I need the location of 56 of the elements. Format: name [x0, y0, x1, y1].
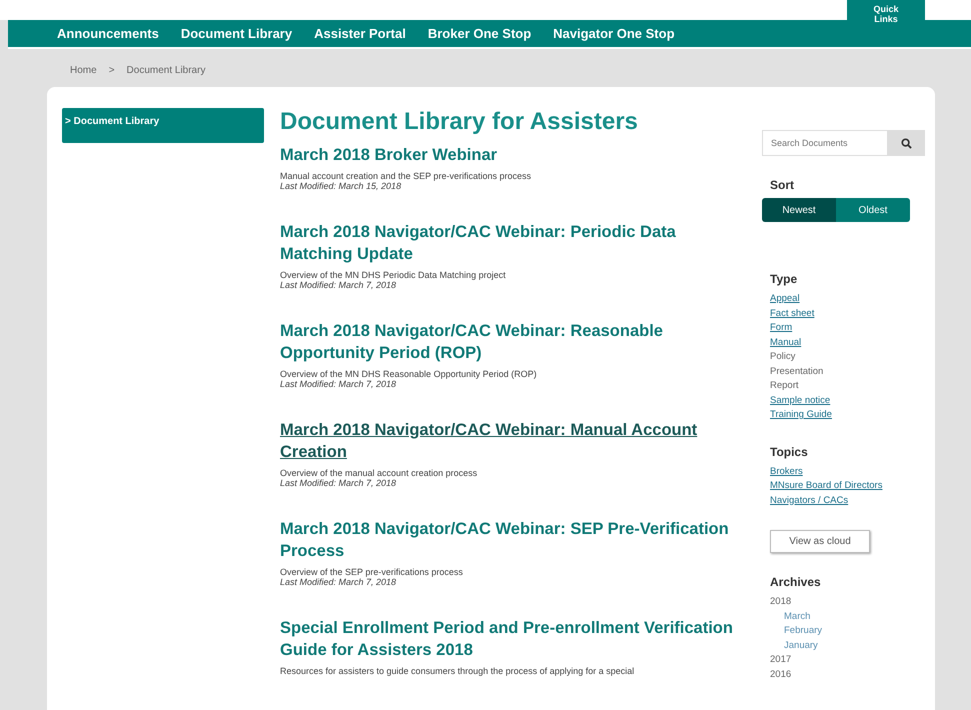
document-description: Resources for assisters to guide consumers through the process of applying for a special	[280, 666, 636, 676]
document-description: Overview of the manual account creation process	[280, 468, 478, 478]
nav-link[interactable]: Document Library	[180, 26, 292, 41]
document-description: Overview of the SEP pre-verifications process	[280, 567, 464, 577]
breadcrumb-link[interactable]: Document Library	[126, 65, 206, 87]
type-label: Report	[770, 379, 800, 393]
topic-link[interactable]: Navigators / CACs	[770, 494, 925, 508]
sort-heading: Sort	[770, 178, 795, 192]
last-modified: Last Modified: March 7, 2018	[280, 379, 398, 389]
last-modified: Last Modified: March 7, 2018	[280, 577, 398, 587]
document-link[interactable]: March 2018 Broker Webinar	[280, 144, 740, 166]
type-link[interactable]: Form	[770, 321, 925, 336]
last-modified: Last Modified: March 7, 2018	[280, 478, 398, 488]
topic-link[interactable]: MNsure Board of Directors	[770, 479, 925, 494]
topics-heading: Topics	[770, 444, 809, 458]
archive-year[interactable]: 2018	[770, 595, 925, 610]
type-label: Presentation	[770, 364, 824, 378]
nav-link[interactable]: Navigator One Stop	[553, 26, 675, 41]
nav-link[interactable]: Announcements	[57, 26, 159, 41]
document-description: Overview of the MN DHS Periodic Data Matching project	[280, 270, 507, 280]
breadcrumb-separator: >	[108, 65, 115, 78]
type-label: Policy	[770, 350, 796, 364]
archive-month[interactable]: February	[770, 624, 925, 638]
type-link[interactable]: Sample notice	[770, 394, 925, 408]
archive-year[interactable]: 2017	[770, 653, 925, 668]
sort-button[interactable]: Newest	[762, 198, 836, 222]
page-title: Document Library for Assisters	[280, 108, 639, 136]
last-modified: Last Modified: March 15, 2018	[280, 181, 402, 191]
archive-month[interactable]: March	[770, 610, 925, 624]
type-link[interactable]: Training Guide	[770, 408, 925, 422]
document-description: Manual account creation and the SEP pre-verifications process	[280, 171, 532, 181]
document-link[interactable]: March 2018 Navigator/CAC Webinar: Reasonable Opportunity Period (ROP)	[280, 320, 740, 364]
archives-heading: Archives	[770, 575, 822, 589]
last-modified: Last Modified: March 7, 2018	[280, 280, 398, 290]
sidebar-item[interactable]: > Document Library	[62, 108, 264, 143]
document-link[interactable]: Special Enrollment Period and Pre-enrollment Verification Guide for Assisters 2018	[280, 617, 740, 661]
sort-button[interactable]: Oldest	[836, 198, 910, 222]
search-icon	[900, 138, 912, 148]
archive-year[interactable]: 2016	[770, 668, 925, 682]
topic-link[interactable]: Brokers	[770, 464, 925, 479]
type-link[interactable]: Fact sheet	[770, 306, 925, 321]
document-description: Overview of the MN DHS Reasonable Opportunity Period (ROP)	[280, 369, 538, 379]
type-link[interactable]: Appeal	[770, 292, 925, 306]
archive-month[interactable]: January	[770, 638, 925, 653]
nav-link[interactable]: Assister Portal	[314, 26, 406, 41]
search-button[interactable]	[887, 130, 925, 156]
view-as-cloud-button[interactable]: View as cloud	[770, 530, 870, 553]
document-link[interactable]: March 2018 Navigator/CAC Webinar: Manual Account Creation	[280, 419, 740, 463]
search-field[interactable]: Search Documents	[762, 130, 887, 156]
nav-link[interactable]: Broker One Stop	[428, 26, 532, 41]
type-heading: Type	[770, 272, 798, 286]
breadcrumb-link[interactable]: Home	[70, 65, 97, 87]
document-link[interactable]: March 2018 Navigator/CAC Webinar: SEP Pre-Verification Process	[280, 518, 740, 562]
quick-links-tab[interactable]: Quick Links	[847, 0, 925, 20]
document-link[interactable]: March 2018 Navigator/CAC Webinar: Periodic Data Matching Update	[280, 221, 740, 265]
type-link[interactable]: Manual	[770, 336, 925, 350]
